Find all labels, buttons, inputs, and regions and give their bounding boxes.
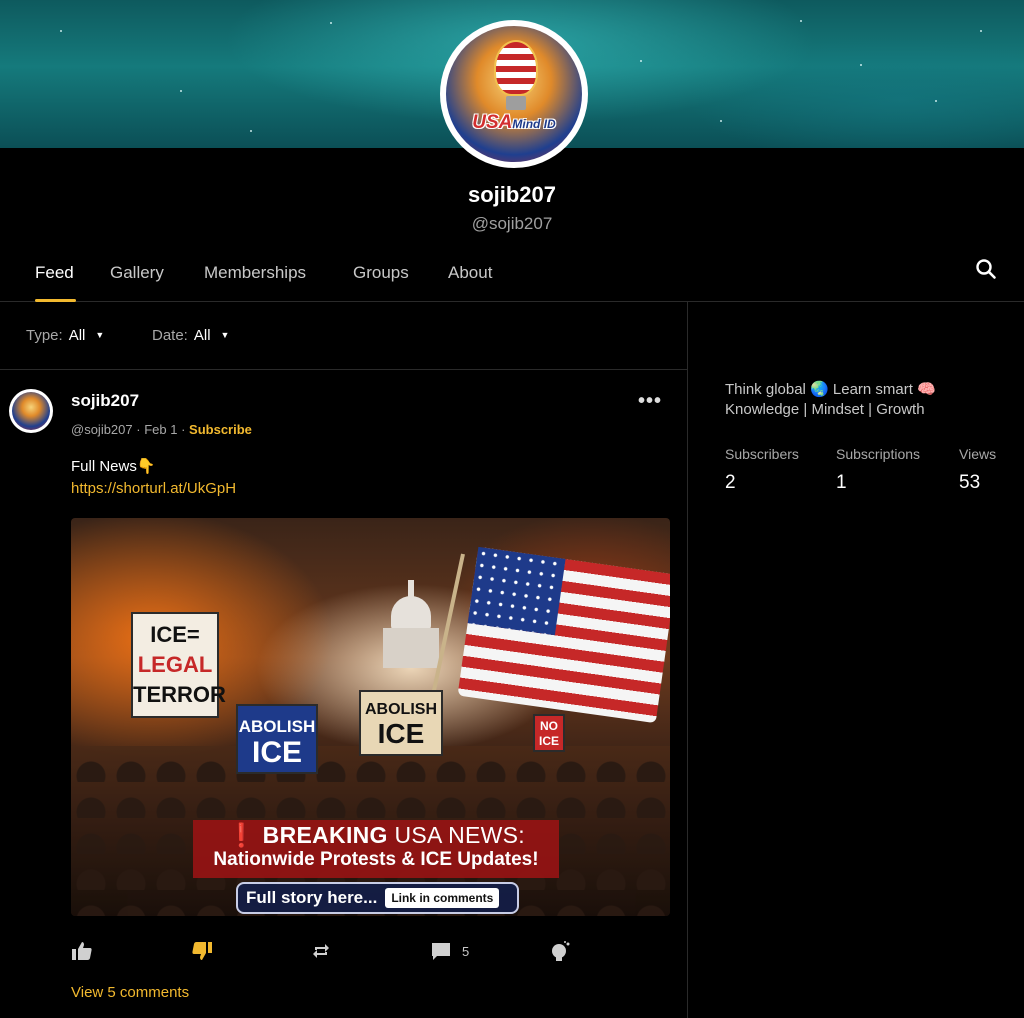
sign-abolish-ice-tan: ABOLISH ICE xyxy=(359,690,443,756)
views-count: 53 xyxy=(959,472,981,493)
comment-icon xyxy=(432,943,450,960)
repost-icon xyxy=(313,944,329,958)
like-button[interactable] xyxy=(71,938,93,964)
views-label: Views xyxy=(959,446,997,462)
usa-mind-id-logo: USAMind ID xyxy=(446,26,582,162)
post-text: Full News👇 xyxy=(71,458,156,475)
subscribe-link[interactable]: Subscribe xyxy=(189,422,252,437)
post-meta: @sojib207 · Feb 1 · Subscribe xyxy=(71,422,252,437)
comment-count: 5 xyxy=(462,943,470,959)
full-story-pill: Full story here... Link in comments xyxy=(236,882,519,914)
caret-down-icon: ▼ xyxy=(220,330,230,340)
post-image[interactable]: ICE= LEGAL TERROR ABOLISH ICE ABOLISH IC… xyxy=(71,518,670,916)
post-handle: @sojib207 xyxy=(71,422,133,437)
post-actions: 5 xyxy=(71,938,670,964)
view-comments-link[interactable]: View 5 comments xyxy=(71,984,189,1001)
channel-name: sojib207 xyxy=(467,182,557,207)
comment-button[interactable]: 5 xyxy=(430,938,469,964)
sign-ice-legal-terror: ICE= LEGAL TERROR xyxy=(131,612,226,718)
date-filter-value: All xyxy=(193,327,211,344)
tab-feed[interactable]: Feed xyxy=(35,263,74,283)
channel-avatar[interactable]: USAMind ID xyxy=(440,20,588,168)
alert-icon: ❗ xyxy=(227,822,256,848)
search-icon[interactable] xyxy=(975,258,997,280)
subscriptions-count: 1 xyxy=(836,472,847,493)
subscribers-count: 2 xyxy=(725,472,736,493)
caret-down-icon: ▼ xyxy=(95,330,105,340)
date-filter-label: Date: xyxy=(152,327,188,344)
column-divider xyxy=(687,302,688,1018)
channel-tabs: Feed Gallery Memberships Groups About xyxy=(0,256,1024,302)
sign-abolish-ice-blue: ABOLISH ICE xyxy=(236,704,318,774)
post-author-avatar[interactable] xyxy=(9,389,53,433)
tip-icon xyxy=(552,941,570,961)
type-filter-value: All xyxy=(68,327,86,344)
post-author-name[interactable]: sojib207 xyxy=(71,391,139,411)
post-date: Feb 1 xyxy=(144,422,178,437)
post-link[interactable]: https://shorturl.at/UkGpH xyxy=(71,480,236,497)
type-filter[interactable]: Type: All ▼ xyxy=(26,327,104,344)
thumbs-up-icon xyxy=(72,942,92,960)
subscriptions-label: Subscriptions xyxy=(836,446,921,462)
thumbs-down-icon xyxy=(192,942,212,960)
subscribers-label: Subscribers xyxy=(725,446,799,462)
tab-groups[interactable]: Groups xyxy=(353,263,409,283)
channel-handle: @sojib207 xyxy=(471,214,553,233)
american-flag xyxy=(457,546,670,724)
feed-filters: Type: All ▼ Date: All ▼ xyxy=(0,302,687,370)
breaking-news-banner: ❗ BREAKING USA NEWS: Nationwide Protests… xyxy=(193,820,559,878)
type-filter-label: Type: xyxy=(26,327,63,344)
sign-no-ice: NO ICE xyxy=(533,714,565,752)
repost-button[interactable] xyxy=(311,938,331,964)
more-icon[interactable]: ••• xyxy=(638,390,662,413)
dislike-button[interactable] xyxy=(191,938,213,964)
tip-button[interactable] xyxy=(549,938,571,964)
tab-about[interactable]: About xyxy=(448,263,492,283)
tab-gallery[interactable]: Gallery xyxy=(110,263,164,283)
about-tagline: Think global 🌏 Learn smart 🧠 xyxy=(725,381,936,398)
date-filter[interactable]: Date: All ▼ xyxy=(152,327,229,344)
capitol-building xyxy=(383,576,439,686)
about-keywords: Knowledge | Mindset | Growth xyxy=(725,401,925,418)
tab-memberships[interactable]: Memberships xyxy=(204,263,306,283)
